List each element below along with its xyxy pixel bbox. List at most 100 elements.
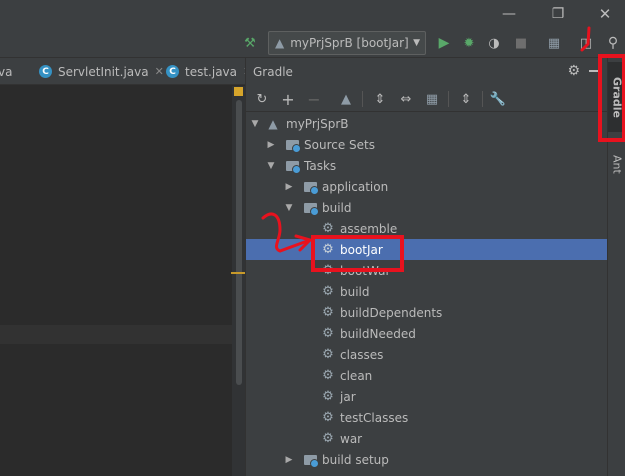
- collapsed-arrow-icon[interactable]: ▶: [284, 455, 294, 465]
- tool-tab-gradle[interactable]: Gradle: [608, 62, 625, 132]
- editor-tab[interactable]: va: [0, 58, 12, 85]
- hammer-icon[interactable]: ⚒: [240, 33, 260, 53]
- tab-label: test.java: [185, 64, 238, 79]
- layout-icon[interactable]: ◫: [576, 33, 596, 53]
- tree-node-build-group[interactable]: ▼ build: [246, 197, 608, 218]
- editor-tab[interactable]: C test.java ✕: [166, 58, 252, 85]
- gear-icon: ⚙: [322, 284, 334, 299]
- gear-icon: ⚙: [322, 389, 334, 404]
- main-toolbar: ⚒ ▲ myPrjSprB [bootJar] ▼ ▶ ✹ ◑ ■ ▦ ◫ ⚲: [0, 28, 625, 58]
- right-tool-strip: Gradle Ant: [607, 58, 625, 476]
- code-editor[interactable]: [0, 86, 232, 476]
- tree-node-label: Source Sets: [304, 137, 375, 152]
- tree-node-label: buildDependents: [340, 305, 443, 320]
- tree-node-task[interactable]: ⚙ buildDependents: [246, 302, 608, 323]
- toggle-offline-icon[interactable]: ⇕: [456, 89, 476, 109]
- maximize-icon[interactable]: ❐: [535, 0, 581, 28]
- run-configuration-label: myPrjSprB [bootJar]: [290, 36, 409, 50]
- tree-node-task[interactable]: ⚙ build: [246, 281, 608, 302]
- title-bar: — ❐ ✕: [0, 0, 625, 28]
- error-stripe-mark[interactable]: [231, 272, 245, 274]
- tree-node-build-setup[interactable]: ▶ build setup: [246, 449, 608, 470]
- folder-icon: [303, 453, 319, 468]
- tree-node-tasks[interactable]: ▼ Tasks: [246, 155, 608, 176]
- remove-icon[interactable]: −: [304, 89, 324, 109]
- tree-node-application[interactable]: ▶ application: [246, 176, 608, 197]
- tree-node-label: build: [340, 284, 370, 299]
- coverage-icon[interactable]: ◑: [484, 33, 504, 53]
- tree-node-task[interactable]: ⚙ buildNeeded: [246, 323, 608, 344]
- java-class-icon: C: [39, 65, 52, 78]
- collapsed-arrow-icon[interactable]: ▶: [266, 140, 276, 150]
- gradle-header: Gradle ⚙: [246, 58, 608, 85]
- refresh-icon[interactable]: ↻: [252, 89, 272, 109]
- editor-tab-bar: va C ServletInit.java ✕ C test.java ✕: [0, 58, 252, 85]
- gear-icon: ⚙: [322, 410, 334, 425]
- gear-icon: ⚙: [322, 368, 334, 383]
- expanded-arrow-icon[interactable]: ▼: [266, 161, 276, 171]
- tool-tab-ant[interactable]: Ant: [608, 142, 625, 186]
- debug-icon[interactable]: ✹: [459, 33, 479, 53]
- stop-icon[interactable]: ■: [511, 33, 531, 53]
- gear-icon: ⚙: [322, 431, 334, 446]
- tool-tab-label: Ant: [610, 154, 624, 174]
- tree-node-task[interactable]: ⚙ assemble: [246, 218, 608, 239]
- tool-tab-label: Gradle: [610, 76, 624, 118]
- close-tab-icon[interactable]: ✕: [155, 65, 164, 78]
- folder-icon: [303, 201, 319, 216]
- close-icon[interactable]: ✕: [582, 0, 625, 28]
- gear-icon: ⚙: [322, 263, 334, 278]
- gradle-elephant-icon: ▲: [268, 116, 278, 131]
- gear-icon: ⚙: [322, 305, 334, 320]
- tree-node-task-selected[interactable]: ⚙ bootJar: [246, 239, 608, 260]
- collapse-all-icon[interactable]: ⇔: [396, 89, 416, 109]
- gradle-settings-wrench-icon[interactable]: 🔧: [488, 89, 508, 109]
- run-configuration-select[interactable]: ▲ myPrjSprB [bootJar] ▼: [268, 31, 426, 55]
- editor-scrollbar[interactable]: [236, 100, 242, 385]
- toolbar-separator: [362, 91, 363, 107]
- execute-task-icon[interactable]: ▲: [336, 89, 356, 109]
- expand-all-icon[interactable]: ⇕: [370, 89, 390, 109]
- gradle-elephant-icon: ▲: [275, 36, 285, 50]
- gradle-title: Gradle: [253, 64, 293, 79]
- tree-node-label: buildNeeded: [340, 326, 416, 341]
- project-structure-icon[interactable]: ▦: [544, 33, 564, 53]
- expanded-arrow-icon[interactable]: ▼: [284, 203, 294, 213]
- tree-node-label: clean: [340, 368, 373, 383]
- tree-node-source-sets[interactable]: ▶ Source Sets: [246, 134, 608, 155]
- toolbar-separator: [448, 91, 449, 107]
- minimize-icon[interactable]: —: [486, 0, 532, 28]
- tree-node-project[interactable]: ▼ ▲ myPrjSprB: [246, 113, 608, 134]
- editor-tab[interactable]: C ServletInit.java ✕: [39, 58, 164, 85]
- tree-node-task[interactable]: ⚙ war: [246, 428, 608, 449]
- tree-node-label: build: [322, 200, 352, 215]
- tree-node-task[interactable]: ⚙ jar: [246, 386, 608, 407]
- expanded-arrow-icon[interactable]: ▼: [250, 119, 260, 129]
- gradle-task-tree: ▼ ▲ myPrjSprB ▶ Source Sets ▼ Tasks ▶ ap…: [246, 113, 608, 476]
- tree-node-task[interactable]: ⚙ bootWar: [246, 260, 608, 281]
- tree-node-label: bootWar: [340, 263, 391, 278]
- search-icon[interactable]: ⚲: [603, 33, 623, 53]
- tree-node-label: application: [322, 179, 389, 194]
- collapsed-arrow-icon[interactable]: ▶: [284, 182, 294, 192]
- tree-node-task[interactable]: ⚙ classes: [246, 344, 608, 365]
- gear-icon: ⚙: [322, 221, 334, 236]
- dependencies-icon[interactable]: ▦: [422, 89, 442, 109]
- tree-node-label: myPrjSprB: [286, 116, 349, 131]
- tree-node-task[interactable]: ⚙ testClasses: [246, 407, 608, 428]
- add-icon[interactable]: +: [278, 89, 298, 109]
- gear-icon: ⚙: [322, 326, 334, 341]
- folder-icon: [303, 180, 319, 195]
- tree-node-label: war: [340, 431, 363, 446]
- inspection-marker[interactable]: [234, 87, 243, 96]
- tree-node-label: build setup: [322, 452, 389, 467]
- settings-gear-icon[interactable]: ⚙: [567, 63, 580, 79]
- hide-panel-icon[interactable]: [589, 70, 600, 72]
- run-icon[interactable]: ▶: [434, 33, 454, 53]
- gear-icon: ⚙: [322, 242, 334, 257]
- gear-icon: ⚙: [322, 347, 334, 362]
- gradle-toolbar: ↻ + − ▲ ⇕ ⇔ ▦ ⇕ 🔧: [246, 85, 608, 112]
- chevron-down-icon: ▼: [413, 38, 420, 48]
- tree-node-task[interactable]: ⚙ clean: [246, 365, 608, 386]
- tree-node-label: bootJar: [340, 242, 383, 257]
